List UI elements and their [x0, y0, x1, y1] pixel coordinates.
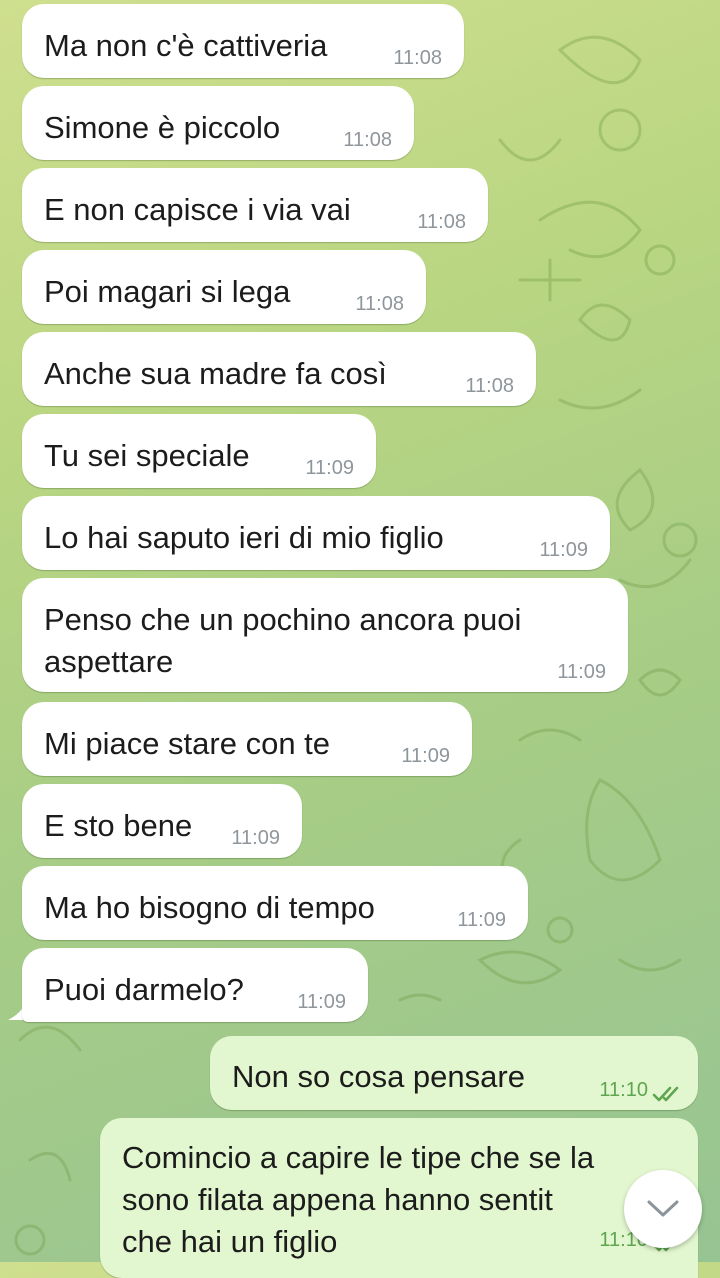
double-check-icon	[652, 1086, 679, 1102]
message-text-line: che hai un figlio	[122, 1224, 338, 1259]
message-text-line: sono filata appena hanno sentit	[122, 1182, 553, 1217]
message-bubble[interactable]: Anche sua madre fa così 11:08	[22, 332, 536, 406]
message-time: 11:09	[297, 991, 346, 1013]
message-text: E non capisce i via vai	[44, 192, 351, 227]
message-text-line: Comincio a capire le tipe che se la	[122, 1140, 595, 1175]
message-text: Anche sua madre fa così	[44, 356, 387, 391]
chat-message-list[interactable]: Ma non c'è cattiveria 11:08 Simone è pic…	[0, 0, 720, 1278]
message-time: 11:10	[599, 1079, 648, 1101]
message-text: E sto bene	[44, 808, 193, 843]
message-time: 11:08	[393, 47, 442, 69]
message-time: 11:09	[457, 909, 506, 931]
message-time: 11:09	[231, 827, 280, 849]
message-text: Puoi darmelo?	[44, 972, 244, 1007]
message-bubble[interactable]: Ma ho bisogno di tempo 11:09	[22, 866, 528, 940]
message-text: Tu sei speciale	[44, 438, 250, 473]
message-bubble[interactable]: Puoi darmelo? 11:09	[22, 948, 368, 1022]
message-bubble[interactable]: Lo hai saputo ieri di mio figlio 11:09	[22, 496, 610, 570]
message-time: 11:09	[557, 661, 606, 683]
message-time: 11:08	[355, 293, 404, 315]
message-time: 11:08	[417, 211, 466, 233]
message-bubble[interactable]: Simone è piccolo 11:08	[22, 86, 414, 160]
message-time: 11:09	[401, 745, 450, 767]
message-bubble[interactable]: Mi piace stare con te 11:09	[22, 702, 472, 776]
scroll-down-button[interactable]	[624, 1170, 702, 1248]
message-text-line: aspettare	[44, 644, 174, 679]
message-text: Poi magari si lega	[44, 274, 291, 309]
message-text: Ma ho bisogno di tempo	[44, 890, 375, 925]
message-bubble[interactable]: E non capisce i via vai 11:08	[22, 168, 488, 242]
message-bubble[interactable]: Ma non c'è cattiveria 11:08	[22, 4, 464, 78]
message-time: 11:09	[539, 539, 588, 561]
message-bubble-outgoing[interactable]: Comincio a capire le tipe che se la sono…	[100, 1118, 698, 1278]
message-bubble[interactable]: Tu sei speciale 11:09	[22, 414, 376, 488]
message-bubble[interactable]: Poi magari si lega 11:08	[22, 250, 426, 324]
message-time: 11:08	[343, 129, 392, 151]
message-time: 11:08	[465, 375, 514, 397]
message-text: Simone è piccolo	[44, 110, 281, 145]
message-bubble-outgoing[interactable]: Non so cosa pensare 11:10	[210, 1036, 698, 1110]
chevron-down-icon	[647, 1200, 679, 1217]
message-text: Non so cosa pensare	[232, 1059, 525, 1094]
message-bubble[interactable]: E sto bene 11:09	[22, 784, 302, 858]
message-bubble[interactable]: Penso che un pochino ancora puoi aspetta…	[22, 578, 628, 692]
message-text: Mi piace stare con te	[44, 726, 331, 761]
message-text-line: Penso che un pochino ancora puoi	[44, 602, 522, 637]
message-text: Ma non c'è cattiveria	[44, 28, 328, 63]
message-time: 11:09	[305, 457, 354, 479]
message-text: Lo hai saputo ieri di mio figlio	[44, 520, 444, 555]
